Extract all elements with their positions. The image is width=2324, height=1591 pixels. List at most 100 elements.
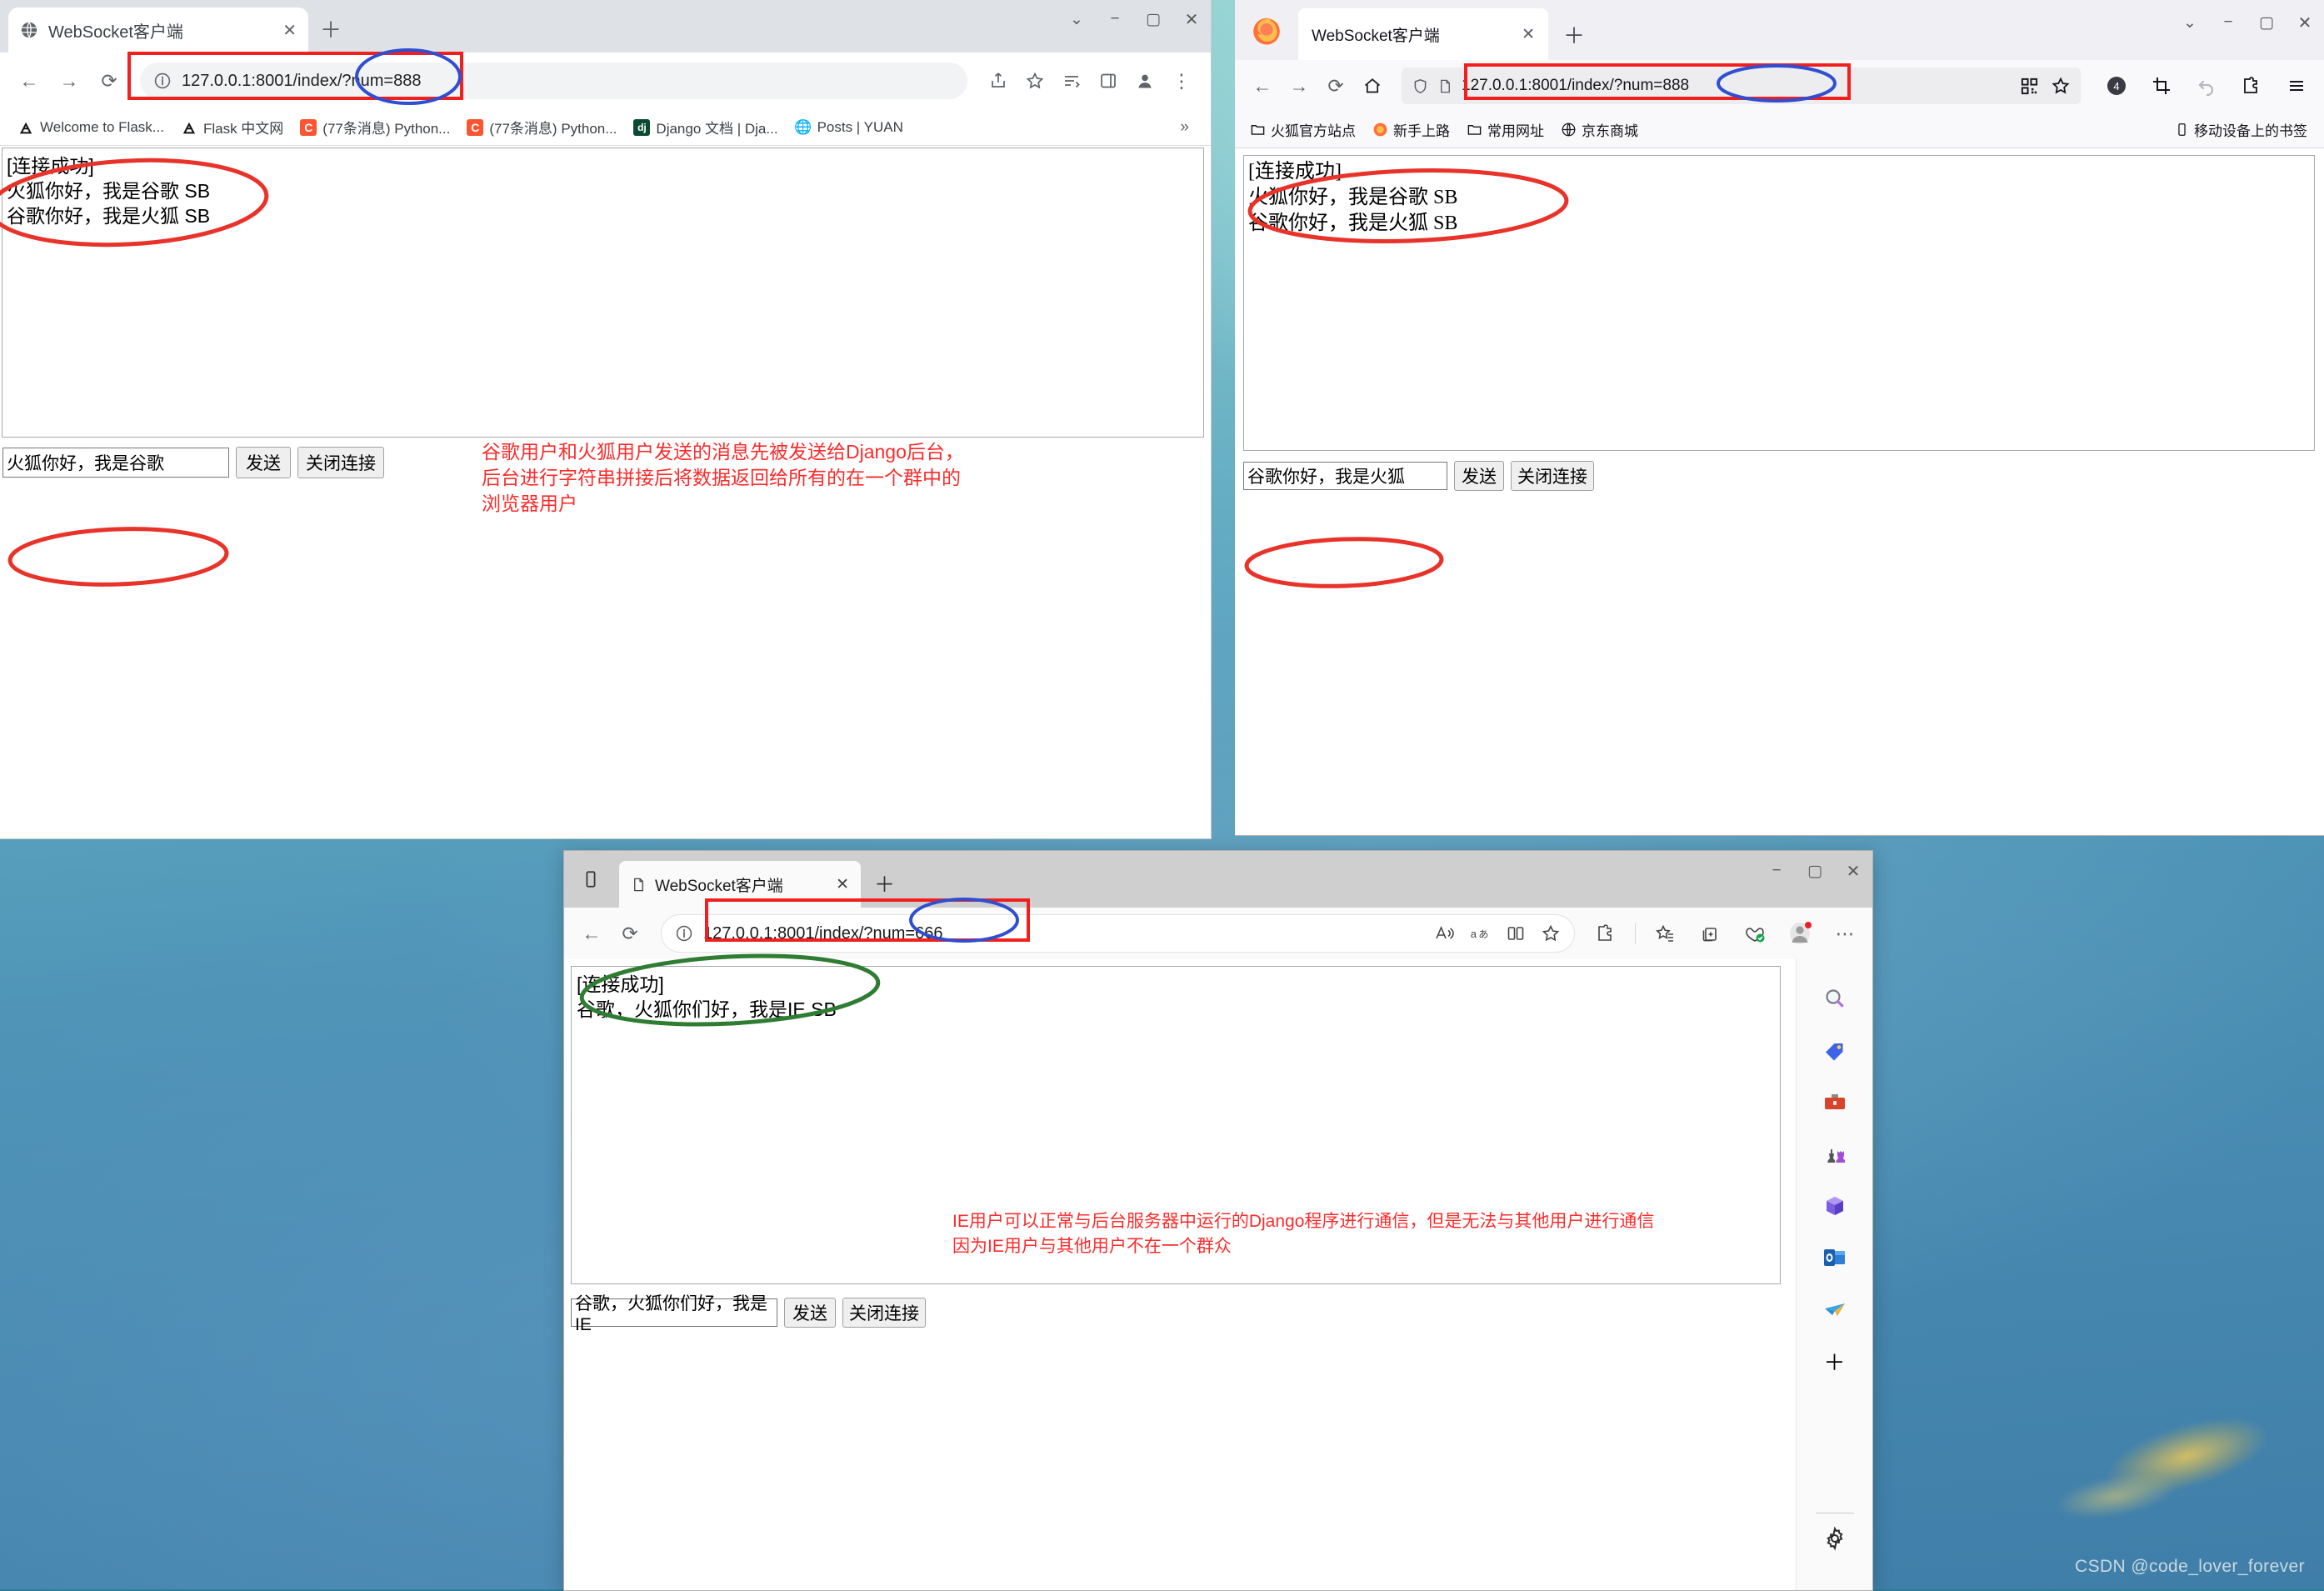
gear-icon[interactable] (1813, 1517, 1857, 1560)
browser-essentials-icon[interactable] (1739, 918, 1771, 949)
bookmark-item[interactable]: 京东商城 (1554, 116, 1645, 143)
bookmark-star-icon[interactable] (2051, 76, 2071, 96)
forward-icon[interactable]: → (1283, 70, 1315, 102)
minimize-button[interactable]: − (2209, 0, 2247, 45)
message-input[interactable]: 火狐你好，我是谷歌 (2, 448, 229, 478)
send-button[interactable]: 发送 (1454, 461, 1504, 491)
bookmark-item[interactable]: 🜁 Welcome to Flask... (10, 115, 172, 140)
avatar[interactable] (1784, 918, 1816, 949)
bookmark-item[interactable]: 火狐官方站点 (1243, 116, 1362, 143)
tools-icon[interactable] (1813, 1081, 1857, 1124)
search-icon[interactable] (1813, 978, 1857, 1021)
send-button[interactable]: 发送 (236, 447, 291, 478)
bookmark-star-icon[interactable] (1541, 923, 1561, 943)
message-input[interactable]: 谷歌，火狐你们好，我是IE (571, 1294, 777, 1334)
bookmark-label: 火狐官方站点 (1271, 123, 1356, 139)
firefox-toolbar-icons: 4 (2094, 70, 2312, 102)
bookmark-item[interactable]: C (77条消息) Python... (459, 113, 624, 142)
site-info-icon[interactable] (153, 72, 172, 90)
site-info-icon[interactable] (675, 924, 693, 943)
screenshot-crop-icon[interactable] (2146, 70, 2177, 102)
close-icon[interactable]: ✕ (1522, 25, 1535, 44)
bookmark-item[interactable]: 新手上路 (1366, 116, 1457, 143)
chrome-address-bar[interactable]: 127.0.0.1:8001/index/?num=888 (140, 63, 967, 99)
firefox-address-bar[interactable]: 127.0.0.1:8001/index/?num=888 (1402, 68, 2081, 104)
close-connection-button[interactable]: 关闭连接 (1511, 461, 1594, 491)
translate-icon[interactable]: aあ (1469, 924, 1491, 943)
extensions-puzzle-icon[interactable] (2236, 70, 2267, 102)
hamburger-menu-icon[interactable] (2281, 70, 2312, 102)
maximize-button[interactable]: ▢ (1134, 0, 1172, 38)
minimize-button[interactable]: − (1757, 851, 1796, 891)
minimize-button[interactable]: − (1096, 0, 1134, 38)
page-info-icon[interactable] (1437, 78, 1453, 95)
chrome-toolbar-icons: ⋮ (982, 65, 1197, 97)
close-connection-button[interactable]: 关闭连接 (842, 1298, 926, 1328)
edge-address-bar[interactable]: 127.0.0.1:8001/index/?num=666 aあ (661, 914, 1575, 953)
collections-icon[interactable] (1694, 918, 1726, 949)
maximize-button[interactable]: ▢ (1796, 851, 1834, 891)
firefox-tab[interactable]: WebSocket客户端 ✕ (1298, 8, 1548, 60)
reload-icon[interactable]: ⟳ (1320, 70, 1352, 102)
bookmark-label: Welcome to Flask... (40, 118, 164, 135)
bookmark-item[interactable]: C (77条消息) Python... (292, 113, 457, 142)
side-panel-icon[interactable] (1092, 65, 1124, 97)
close-icon[interactable]: ✕ (836, 875, 849, 894)
bookmark-item[interactable]: 🜁 Flask 中文网 (173, 113, 291, 142)
new-tab-button[interactable]: ＋ (874, 875, 895, 896)
bookmark-item[interactable]: 常用网址 (1460, 116, 1551, 143)
bookmark-item[interactable]: dj Django 文档 | Dja... (626, 113, 785, 142)
extension-badge-icon[interactable]: 4 (2101, 70, 2132, 102)
back-icon[interactable]: ← (576, 918, 607, 949)
log-line: 谷歌你好，我是火狐 SB (7, 205, 211, 227)
avatar[interactable] (1129, 65, 1161, 97)
new-tab-button[interactable]: ＋ (320, 19, 342, 41)
close-connection-button[interactable]: 关闭连接 (297, 447, 384, 478)
close-window-button[interactable]: ✕ (2286, 0, 2324, 45)
firefox-tab-title: WebSocket客户端 (1312, 27, 1440, 45)
extensions-puzzle-icon[interactable] (1590, 918, 1622, 949)
list-all-tabs-icon[interactable]: ⌄ (2171, 0, 2209, 45)
share-icon[interactable] (982, 65, 1014, 97)
forward-icon[interactable]: → (53, 65, 85, 97)
message-compose-row: 谷歌你好，我是火狐 发送 关闭连接 (1243, 461, 1594, 491)
office-icon[interactable] (1813, 1184, 1857, 1228)
svg-text:4: 4 (2113, 80, 2119, 93)
shield-icon[interactable] (1412, 78, 1429, 95)
message-log: [连接成功] 火狐你好，我是谷歌 SB 谷歌你好，我是火狐 SB (1243, 155, 2315, 451)
back-icon[interactable]: ← (1247, 70, 1278, 102)
bookmark-star-icon[interactable] (1019, 65, 1051, 97)
edge-tab[interactable]: WebSocket客户端 ✕ (619, 861, 861, 908)
reload-icon[interactable]: ⟳ (614, 918, 646, 949)
home-icon[interactable] (1357, 70, 1388, 102)
close-icon[interactable]: ✕ (282, 20, 297, 41)
favorites-icon[interactable] (1649, 918, 1681, 949)
mobile-bookmarks-item[interactable]: 移动设备上的书签 (2175, 119, 2316, 140)
back-icon[interactable]: ← (13, 65, 45, 97)
edge-menu-icon[interactable]: ⋯ (1829, 918, 1861, 949)
bookmark-item[interactable]: 🌐 Posts | YUAN (787, 115, 911, 140)
add-icon[interactable]: ＋ (1813, 1339, 1857, 1383)
tab-search-icon[interactable]: ⌄ (1057, 0, 1096, 38)
close-window-button[interactable]: ✕ (1172, 0, 1211, 38)
split-screen-icon[interactable] (1506, 923, 1526, 943)
outlook-icon[interactable] (1813, 1236, 1857, 1279)
reading-list-icon[interactable] (1056, 65, 1087, 97)
undo-icon[interactable] (2191, 70, 2222, 102)
qr-code-icon[interactable] (2020, 77, 2039, 96)
send-button[interactable]: 发送 (784, 1298, 836, 1328)
telegram-icon[interactable] (1813, 1288, 1857, 1331)
chrome-tab[interactable]: WebSocket客户端 ✕ (8, 8, 308, 53)
firefox-page-content: [连接成功] 火狐你好，我是谷歌 SB 谷歌你好，我是火狐 SB 谷歌你好，我是… (1235, 148, 2324, 835)
shopping-tag-icon[interactable] (1813, 1029, 1857, 1073)
reload-icon[interactable]: ⟳ (93, 65, 125, 97)
read-aloud-icon[interactable] (1434, 923, 1454, 943)
bookmarks-overflow-icon[interactable]: » (1180, 118, 1201, 137)
tab-actions-icon[interactable] (574, 863, 607, 896)
chrome-menu-icon[interactable]: ⋮ (1166, 65, 1197, 97)
close-window-button[interactable]: ✕ (1834, 851, 1872, 891)
new-tab-button[interactable]: ＋ (1563, 25, 1585, 47)
maximize-button[interactable]: ▢ (2247, 0, 2286, 45)
message-input[interactable]: 谷歌你好，我是火狐 (1243, 462, 1447, 490)
games-icon[interactable] (1813, 1133, 1857, 1176)
